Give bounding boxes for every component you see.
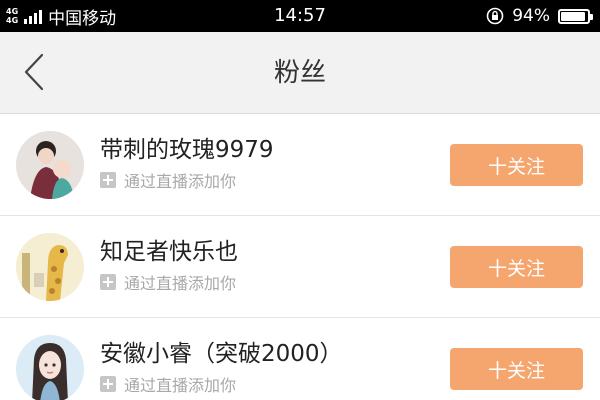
signal-icon [24, 8, 43, 24]
fan-source-label: 通过直播添加你 [124, 274, 237, 293]
network-label-primary: 4G [6, 7, 19, 16]
back-button[interactable] [18, 52, 54, 92]
follow-button[interactable]: 十关注 [450, 246, 583, 288]
fan-source: 通过直播添加你 [100, 270, 236, 294]
status-left: 4G 4G 中国移动 [6, 4, 116, 29]
list-item[interactable]: 安徽小睿（突破2000） 通过直播添加你 十关注 [0, 318, 600, 400]
nav-bar: 粉丝 [0, 32, 600, 114]
fan-name: 安徽小睿（突破2000） [100, 341, 343, 367]
avatar[interactable] [16, 233, 84, 301]
fan-source-label: 通过直播添加你 [124, 376, 237, 395]
fan-source-label: 通过直播添加你 [124, 172, 237, 191]
page-title: 粉丝 [273, 58, 326, 88]
avatar-image [16, 335, 84, 400]
avatar[interactable] [16, 131, 84, 199]
follow-button[interactable]: 十关注 [450, 348, 583, 390]
battery-icon [558, 8, 593, 24]
fan-name: 带刺的玫瑰9979 [100, 137, 274, 163]
add-source-icon [100, 274, 116, 290]
avatar-image [16, 131, 84, 199]
follow-button-label: 十关注 [487, 257, 545, 280]
rotation-lock-icon [486, 7, 504, 25]
follow-button-label: 十关注 [487, 359, 545, 382]
fan-list: 带刺的玫瑰9979 通过直播添加你 十关注 知足者快乐也 通过直播添加你 十关注… [0, 114, 600, 400]
status-right: 94% [486, 6, 593, 26]
carrier-name: 中国移动 [48, 8, 117, 29]
fan-name: 知足者快乐也 [100, 239, 238, 265]
fan-source: 通过直播添加你 [100, 168, 236, 192]
network-type: 4G 4G [6, 7, 18, 25]
status-bar: 4G 4G 中国移动 14:57 94% [0, 0, 600, 32]
chevron-left-icon [24, 53, 44, 91]
network-label-secondary: 4G [6, 16, 19, 25]
follow-button[interactable]: 十关注 [450, 144, 583, 186]
list-item[interactable]: 带刺的玫瑰9979 通过直播添加你 十关注 [0, 114, 600, 216]
list-item[interactable]: 知足者快乐也 通过直播添加你 十关注 [0, 216, 600, 318]
battery-fill [561, 11, 586, 21]
avatar[interactable] [16, 335, 84, 400]
fan-source: 通过直播添加你 [100, 372, 236, 396]
add-source-icon [100, 172, 116, 188]
avatar-image [16, 233, 84, 301]
battery-percent: 94% [512, 6, 550, 26]
follow-button-label: 十关注 [487, 155, 545, 178]
add-source-icon [100, 376, 116, 392]
